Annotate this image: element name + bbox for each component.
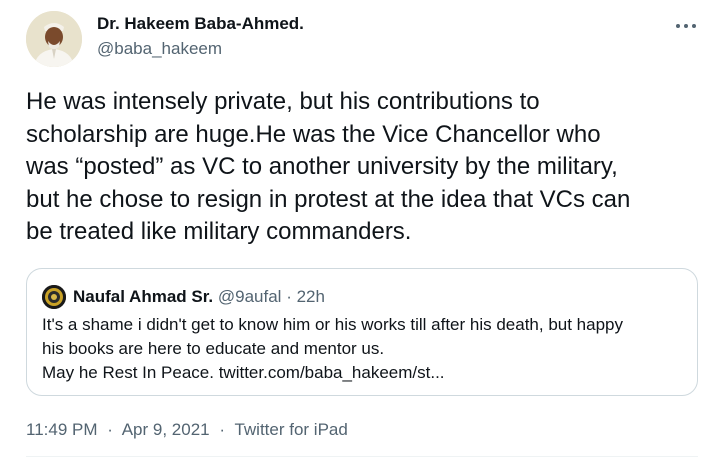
divider [26, 456, 698, 457]
quoted-display-name[interactable]: Naufal Ahmad Sr. [73, 287, 213, 306]
author-avatar[interactable] [26, 11, 82, 67]
quoted-tweet[interactable]: Naufal Ahmad Sr. @9aufal · 22h It's a sh… [26, 268, 698, 396]
more-horizontal-icon[interactable] [674, 18, 698, 28]
tweet-text: He was intensely private, but his contri… [26, 88, 631, 245]
quoted-text-line: May he Rest In Peace. twitter.com/baba_h… [42, 363, 445, 382]
tweet-metadata: 11:49 PM · Apr 9, 2021 · Twitter for iPa… [26, 418, 348, 442]
quoted-text-line: It's a shame i didn't get to know him or… [42, 315, 623, 334]
quoted-tweet-text: It's a shame i didn't get to know him or… [42, 313, 692, 385]
author-display-name[interactable]: Dr. Hakeem Baba-Ahmed. [97, 12, 304, 36]
quoted-author-avatar[interactable] [42, 285, 66, 309]
meta-separator: · [107, 420, 113, 439]
author-info: Dr. Hakeem Baba-Ahmed. @baba_hakeem [97, 12, 304, 61]
tweet-time[interactable]: 11:49 PM [26, 420, 98, 439]
tweet: Dr. Hakeem Baba-Ahmed. @baba_hakeem He w… [0, 0, 720, 458]
quoted-text-line: his books are here to educate and mentor… [42, 339, 385, 358]
quoted-handle: @9aufal [217, 287, 282, 306]
tweet-source[interactable]: Twitter for iPad [234, 420, 347, 439]
quoted-separator: · [286, 287, 292, 306]
quoted-age: 22h [296, 287, 325, 306]
quoted-tweet-header: Naufal Ahmad Sr. @9aufal · 22h [73, 285, 325, 309]
author-handle[interactable]: @baba_hakeem [97, 37, 304, 61]
meta-separator: · [219, 420, 226, 439]
tweet-date[interactable]: Apr 9, 2021 [122, 420, 210, 439]
